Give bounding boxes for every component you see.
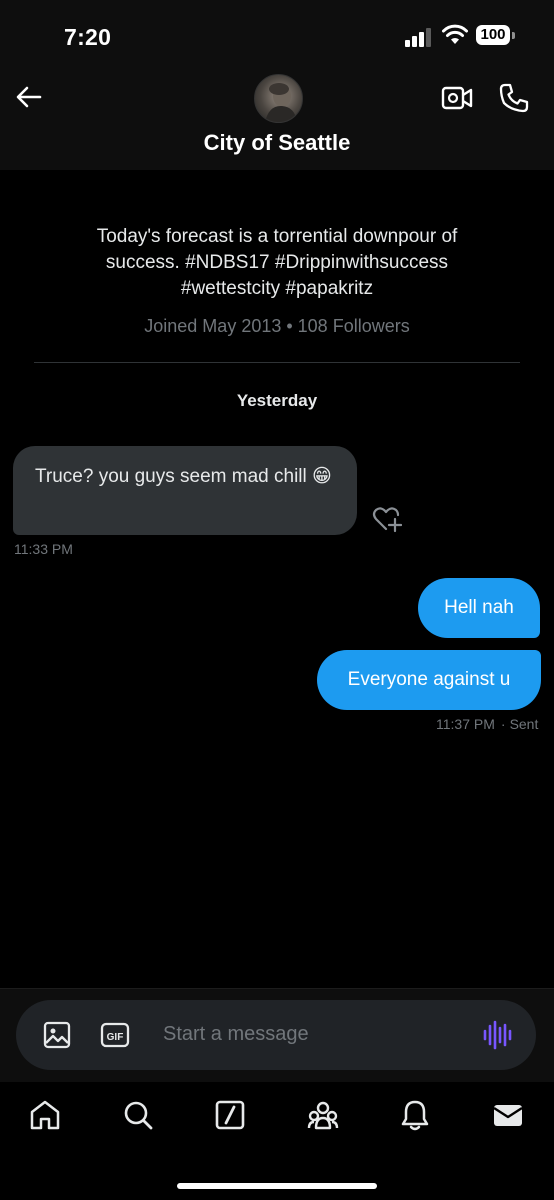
voice-waveform-icon[interactable] xyxy=(480,1018,514,1052)
search-icon[interactable] xyxy=(121,1098,155,1132)
conversation-title[interactable]: City of Seattle xyxy=(0,130,554,156)
communities-icon[interactable] xyxy=(306,1098,340,1132)
message-timestamp: 11:33 PM xyxy=(14,541,73,557)
home-indicator xyxy=(177,1183,377,1189)
gif-label: GIF xyxy=(107,1032,124,1043)
outgoing-message[interactable]: Hell nah xyxy=(418,578,540,638)
messages-icon[interactable] xyxy=(491,1098,525,1132)
avatar-photo xyxy=(265,83,297,122)
grok-icon[interactable] xyxy=(213,1098,247,1132)
arrow-left-icon[interactable] xyxy=(14,82,44,112)
avatar[interactable] xyxy=(254,74,303,123)
add-reaction-icon[interactable] xyxy=(372,505,402,533)
home-icon[interactable] xyxy=(28,1098,62,1132)
phone-icon[interactable] xyxy=(498,82,530,114)
gif-icon[interactable]: GIF xyxy=(100,1020,130,1050)
incoming-message[interactable]: Truce? you guys seem mad chill 😁 xyxy=(13,446,357,535)
delivery-status: Sent xyxy=(509,716,539,732)
profile-meta: Joined May 2013 • 108 Followers xyxy=(144,316,410,336)
divider xyxy=(34,362,520,363)
profile-bio: Today's forecast is a torrential downpou… xyxy=(96,226,458,299)
cellular-signal-icon xyxy=(405,28,431,47)
wifi-icon xyxy=(442,24,468,44)
status-time: 7:20 xyxy=(64,24,112,50)
outgoing-message[interactable]: Everyone against u xyxy=(317,650,541,710)
date-separator: Yesterday xyxy=(236,391,318,410)
battery-icon: 100 xyxy=(476,25,518,47)
battery-level: 100 xyxy=(476,25,510,45)
image-icon[interactable] xyxy=(42,1020,72,1050)
sent-status: 11:37 PM · Sent xyxy=(436,716,538,732)
message-input[interactable]: Start a message xyxy=(163,1023,309,1046)
notifications-icon[interactable] xyxy=(398,1098,432,1132)
separator-dot: · xyxy=(500,716,506,732)
video-call-icon[interactable] xyxy=(441,84,473,112)
message-timestamp: 11:37 PM xyxy=(436,716,495,732)
battery-tip xyxy=(512,32,515,39)
